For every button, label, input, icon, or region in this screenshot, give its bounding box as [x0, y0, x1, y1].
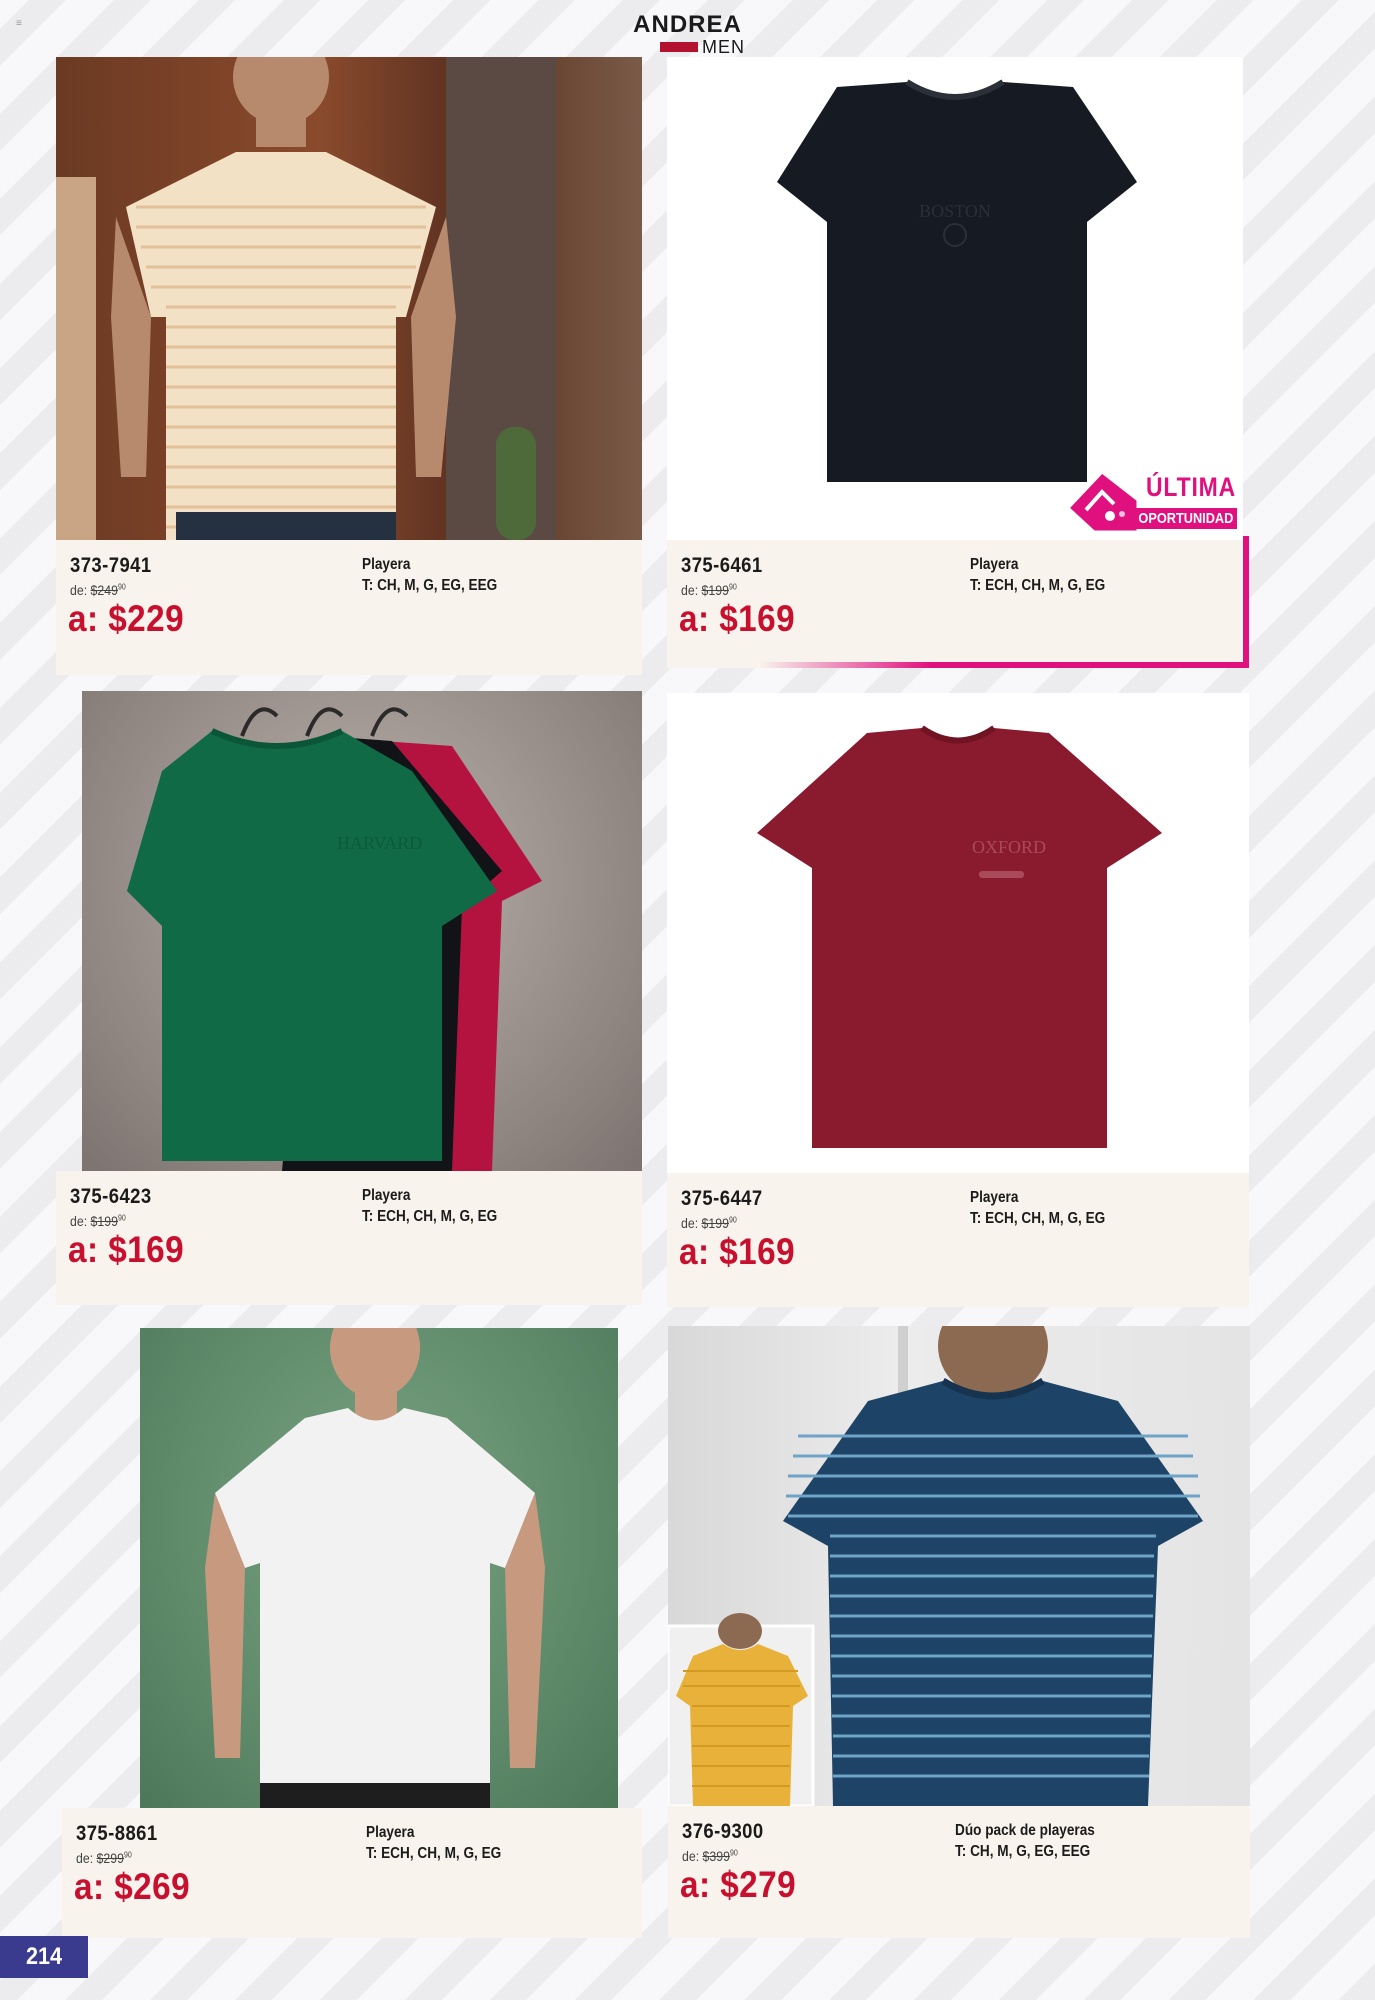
- old-price-amount: $299: [96, 1850, 124, 1866]
- product-name: Playera: [970, 556, 1019, 573]
- product-description: Playera T: ECH, CH, M, G, EG: [970, 554, 1105, 596]
- sale-price: a: $169: [679, 598, 796, 639]
- old-price-label: de:: [682, 1848, 700, 1864]
- brand-sub-row: MEN: [660, 38, 745, 56]
- product-card-375-6423[interactable]: HARVARD 375-6423 de: $19990 a: $169 Play…: [56, 691, 642, 1305]
- old-price-label: de:: [70, 1213, 88, 1229]
- product-sizes: T: ECH, CH, M, G, EG: [970, 1210, 1106, 1227]
- white-tshirt-man-image: [205, 1328, 545, 1808]
- product-name: Playera: [970, 1189, 1019, 1206]
- product-description: Playera T: ECH, CH, M, G, EG: [970, 1187, 1105, 1229]
- product-code: 375-6447: [681, 1187, 763, 1210]
- old-price: de: $19990: [70, 1213, 126, 1229]
- product-photo: [668, 1326, 1250, 1806]
- product-name: Playera: [366, 1824, 415, 1841]
- product-sizes: T: ECH, CH, M, G, EG: [970, 577, 1106, 594]
- product-card-373-7941[interactable]: 373-7941 de: $24990 a: $229 Playera T: C…: [56, 57, 642, 675]
- promo-frame-bottom: [760, 662, 1249, 668]
- old-price: de: $29990: [76, 1850, 132, 1866]
- product-photo: [56, 57, 642, 540]
- old-price: de: $24990: [70, 582, 126, 598]
- svg-text:OXFORD: OXFORD: [972, 837, 1046, 857]
- sale-price: a: $279: [680, 1864, 797, 1905]
- old-price-amount: $399: [702, 1848, 730, 1864]
- product-sizes: T: CH, M, G, EG, EEG: [362, 577, 498, 594]
- old-price: de: $39990: [682, 1848, 738, 1864]
- badge-line-1: ÚLTIMA: [1146, 472, 1237, 502]
- old-price-label: de:: [76, 1850, 94, 1866]
- product-info: 375-8861 de: $29990 a: $269 Playera T: E…: [62, 1808, 642, 1938]
- svg-text:HARVARD: HARVARD: [337, 833, 422, 853]
- black-tshirt-image: BOSTON: [777, 79, 1137, 482]
- old-price-cents: 90: [123, 1850, 132, 1860]
- product-card-375-6447[interactable]: OXFORD 375-6447 de: $19990 a: $169 Playe…: [667, 693, 1249, 1307]
- sale-price: a: $269: [74, 1866, 191, 1907]
- product-card-376-9300[interactable]: 376-9300 de: $39990 a: $279 Dúo pack de …: [668, 1326, 1250, 1938]
- product-sizes: T: ECH, CH, M, G, EG: [366, 1845, 502, 1862]
- old-price-label: de:: [681, 582, 699, 598]
- burgundy-tshirt-image: OXFORD: [757, 725, 1162, 1148]
- product-sizes: T: ECH, CH, M, G, EG: [362, 1208, 498, 1225]
- striped-navy-tshirt-man-image: [668, 1326, 1203, 1806]
- product-photo: OXFORD: [667, 693, 1249, 1173]
- product-description: Playera T: ECH, CH, M, G, EG: [362, 1185, 497, 1227]
- product-description: Dúo pack de playeras T: CH, M, G, EG, EE…: [955, 1820, 1095, 1862]
- brand-sub: MEN: [702, 37, 745, 57]
- three-tshirts-hangers-image: HARVARD: [127, 707, 542, 1171]
- old-price-cents: 90: [729, 1848, 738, 1858]
- old-price-cents: 90: [117, 582, 126, 592]
- product-info: 375-6447 de: $19990 a: $169 Playera T: E…: [667, 1173, 1249, 1307]
- old-price: de: $19990: [681, 1215, 737, 1231]
- product-name: Dúo pack de playeras: [955, 1822, 1095, 1839]
- old-price-label: de:: [681, 1215, 699, 1231]
- product-card-375-6461[interactable]: BOSTON 375-6461 de: $19990 a: $169 Playe…: [667, 57, 1243, 668]
- page-number-text: 214: [25, 1943, 63, 1970]
- brand-red-bar: [660, 42, 698, 52]
- product-info: 376-9300 de: $39990 a: $279 Dúo pack de …: [668, 1806, 1250, 1938]
- product-photo: [140, 1328, 618, 1808]
- product-info: 373-7941 de: $24990 a: $229 Playera T: C…: [56, 540, 642, 675]
- sale-price: a: $229: [68, 598, 185, 639]
- old-price-amount: $249: [90, 582, 118, 598]
- product-card-375-8861[interactable]: 375-8861 de: $29990 a: $269 Playera T: E…: [62, 1328, 642, 1938]
- svg-text:BOSTON: BOSTON: [919, 201, 991, 221]
- product-code: 375-6423: [70, 1185, 152, 1208]
- product-info: 375-6461 de: $19990 a: $169 Playera T: E…: [667, 540, 1243, 668]
- old-price-cents: 90: [728, 582, 737, 592]
- sale-price: a: $169: [679, 1231, 796, 1272]
- discount-tag-icon: [1065, 470, 1140, 534]
- product-sizes: T: CH, M, G, EG, EEG: [955, 1843, 1091, 1860]
- product-photo: HARVARD: [82, 691, 642, 1171]
- product-description: Playera T: CH, M, G, EG, EEG: [362, 554, 497, 596]
- product-code: 376-9300: [682, 1820, 764, 1843]
- ultima-oportunidad-badge: ÚLTIMA OPORTUNIDAD: [1064, 470, 1250, 542]
- product-code: 375-6461: [681, 554, 763, 577]
- old-price: de: $19990: [681, 582, 737, 598]
- product-name: Playera: [362, 1187, 411, 1204]
- old-price-cents: 90: [728, 1215, 737, 1225]
- old-price-amount: $199: [701, 582, 729, 598]
- badge-line-2: OPORTUNIDAD: [1135, 508, 1237, 529]
- old-price-amount: $199: [701, 1215, 729, 1231]
- sale-price: a: $169: [68, 1229, 185, 1270]
- old-price-cents: 90: [117, 1213, 126, 1223]
- striped-tshirt-man-image: [56, 57, 556, 540]
- product-code: 375-8861: [76, 1822, 158, 1845]
- old-price-amount: $199: [90, 1213, 118, 1229]
- old-price-label: de:: [70, 582, 88, 598]
- promo-frame-right: [1243, 536, 1249, 668]
- product-description: Playera T: ECH, CH, M, G, EG: [366, 1822, 501, 1864]
- product-name: Playera: [362, 556, 411, 573]
- brand-name: ANDREA: [633, 11, 742, 38]
- brand-logo: ANDREA MEN: [0, 12, 1375, 57]
- product-code: 373-7941: [70, 554, 152, 577]
- product-info: 375-6423 de: $19990 a: $169 Playera T: E…: [56, 1171, 642, 1305]
- product-photo: BOSTON: [667, 57, 1243, 540]
- page-number: 214: [0, 1936, 88, 1978]
